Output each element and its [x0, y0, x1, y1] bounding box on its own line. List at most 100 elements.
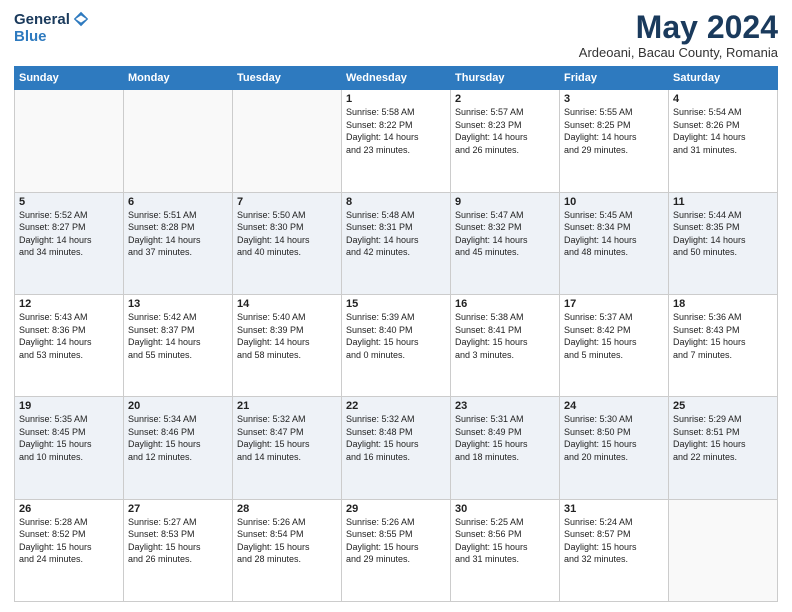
calendar-header-row: SundayMondayTuesdayWednesdayThursdayFrid…	[15, 67, 778, 90]
day-number: 2	[455, 93, 555, 105]
day-info: Sunrise: 5:37 AM Sunset: 8:42 PM Dayligh…	[564, 311, 664, 361]
calendar-cell: 7Sunrise: 5:50 AM Sunset: 8:30 PM Daylig…	[233, 192, 342, 294]
day-info: Sunrise: 5:26 AM Sunset: 8:55 PM Dayligh…	[346, 516, 446, 566]
calendar-cell: 19Sunrise: 5:35 AM Sunset: 8:45 PM Dayli…	[15, 397, 124, 499]
calendar-week-row: 5Sunrise: 5:52 AM Sunset: 8:27 PM Daylig…	[15, 192, 778, 294]
calendar-cell: 23Sunrise: 5:31 AM Sunset: 8:49 PM Dayli…	[451, 397, 560, 499]
calendar-cell: 28Sunrise: 5:26 AM Sunset: 8:54 PM Dayli…	[233, 499, 342, 601]
day-number: 10	[564, 196, 664, 208]
day-info: Sunrise: 5:50 AM Sunset: 8:30 PM Dayligh…	[237, 209, 337, 259]
day-number: 31	[564, 503, 664, 515]
calendar-cell: 1Sunrise: 5:58 AM Sunset: 8:22 PM Daylig…	[342, 90, 451, 192]
calendar-cell: 15Sunrise: 5:39 AM Sunset: 8:40 PM Dayli…	[342, 294, 451, 396]
day-number: 20	[128, 400, 228, 412]
day-number: 5	[19, 196, 119, 208]
day-info: Sunrise: 5:32 AM Sunset: 8:48 PM Dayligh…	[346, 413, 446, 463]
logo-general-text: General	[14, 11, 70, 28]
header: General Blue May 2024 Ardeoani, Bacau Co…	[14, 10, 778, 60]
title-section: May 2024 Ardeoani, Bacau County, Romania	[579, 10, 778, 60]
location: Ardeoani, Bacau County, Romania	[579, 45, 778, 60]
day-number: 18	[673, 298, 773, 310]
day-number: 24	[564, 400, 664, 412]
calendar-cell: 6Sunrise: 5:51 AM Sunset: 8:28 PM Daylig…	[124, 192, 233, 294]
day-info: Sunrise: 5:58 AM Sunset: 8:22 PM Dayligh…	[346, 106, 446, 156]
day-number: 11	[673, 196, 773, 208]
calendar-cell: 17Sunrise: 5:37 AM Sunset: 8:42 PM Dayli…	[560, 294, 669, 396]
calendar-cell	[124, 90, 233, 192]
day-number: 6	[128, 196, 228, 208]
calendar-cell: 8Sunrise: 5:48 AM Sunset: 8:31 PM Daylig…	[342, 192, 451, 294]
calendar-cell: 2Sunrise: 5:57 AM Sunset: 8:23 PM Daylig…	[451, 90, 560, 192]
calendar-day-header: Friday	[560, 67, 669, 90]
day-number: 4	[673, 93, 773, 105]
day-number: 1	[346, 93, 446, 105]
calendar-cell: 18Sunrise: 5:36 AM Sunset: 8:43 PM Dayli…	[669, 294, 778, 396]
day-number: 7	[237, 196, 337, 208]
logo-icon	[72, 10, 90, 28]
calendar-day-header: Monday	[124, 67, 233, 90]
calendar-day-header: Sunday	[15, 67, 124, 90]
day-number: 3	[564, 93, 664, 105]
day-number: 13	[128, 298, 228, 310]
day-info: Sunrise: 5:24 AM Sunset: 8:57 PM Dayligh…	[564, 516, 664, 566]
day-number: 22	[346, 400, 446, 412]
calendar-cell	[15, 90, 124, 192]
day-number: 15	[346, 298, 446, 310]
day-number: 19	[19, 400, 119, 412]
day-info: Sunrise: 5:48 AM Sunset: 8:31 PM Dayligh…	[346, 209, 446, 259]
day-number: 26	[19, 503, 119, 515]
calendar-day-header: Saturday	[669, 67, 778, 90]
day-info: Sunrise: 5:51 AM Sunset: 8:28 PM Dayligh…	[128, 209, 228, 259]
day-info: Sunrise: 5:26 AM Sunset: 8:54 PM Dayligh…	[237, 516, 337, 566]
calendar-cell: 22Sunrise: 5:32 AM Sunset: 8:48 PM Dayli…	[342, 397, 451, 499]
calendar-cell: 30Sunrise: 5:25 AM Sunset: 8:56 PM Dayli…	[451, 499, 560, 601]
day-info: Sunrise: 5:31 AM Sunset: 8:49 PM Dayligh…	[455, 413, 555, 463]
day-number: 23	[455, 400, 555, 412]
day-info: Sunrise: 5:34 AM Sunset: 8:46 PM Dayligh…	[128, 413, 228, 463]
page: General Blue May 2024 Ardeoani, Bacau Co…	[0, 0, 792, 612]
calendar-cell: 16Sunrise: 5:38 AM Sunset: 8:41 PM Dayli…	[451, 294, 560, 396]
day-info: Sunrise: 5:52 AM Sunset: 8:27 PM Dayligh…	[19, 209, 119, 259]
day-info: Sunrise: 5:39 AM Sunset: 8:40 PM Dayligh…	[346, 311, 446, 361]
calendar-cell: 26Sunrise: 5:28 AM Sunset: 8:52 PM Dayli…	[15, 499, 124, 601]
calendar-cell: 12Sunrise: 5:43 AM Sunset: 8:36 PM Dayli…	[15, 294, 124, 396]
day-number: 29	[346, 503, 446, 515]
day-info: Sunrise: 5:30 AM Sunset: 8:50 PM Dayligh…	[564, 413, 664, 463]
calendar-week-row: 19Sunrise: 5:35 AM Sunset: 8:45 PM Dayli…	[15, 397, 778, 499]
day-info: Sunrise: 5:44 AM Sunset: 8:35 PM Dayligh…	[673, 209, 773, 259]
calendar-cell	[669, 499, 778, 601]
day-info: Sunrise: 5:29 AM Sunset: 8:51 PM Dayligh…	[673, 413, 773, 463]
calendar-cell	[233, 90, 342, 192]
calendar-cell: 31Sunrise: 5:24 AM Sunset: 8:57 PM Dayli…	[560, 499, 669, 601]
calendar-cell: 10Sunrise: 5:45 AM Sunset: 8:34 PM Dayli…	[560, 192, 669, 294]
calendar-cell: 27Sunrise: 5:27 AM Sunset: 8:53 PM Dayli…	[124, 499, 233, 601]
calendar-cell: 20Sunrise: 5:34 AM Sunset: 8:46 PM Dayli…	[124, 397, 233, 499]
day-number: 16	[455, 298, 555, 310]
calendar-week-row: 12Sunrise: 5:43 AM Sunset: 8:36 PM Dayli…	[15, 294, 778, 396]
day-number: 30	[455, 503, 555, 515]
calendar-cell: 25Sunrise: 5:29 AM Sunset: 8:51 PM Dayli…	[669, 397, 778, 499]
day-info: Sunrise: 5:35 AM Sunset: 8:45 PM Dayligh…	[19, 413, 119, 463]
calendar-cell: 21Sunrise: 5:32 AM Sunset: 8:47 PM Dayli…	[233, 397, 342, 499]
month-title: May 2024	[579, 10, 778, 45]
day-number: 17	[564, 298, 664, 310]
calendar-cell: 11Sunrise: 5:44 AM Sunset: 8:35 PM Dayli…	[669, 192, 778, 294]
calendar-day-header: Wednesday	[342, 67, 451, 90]
day-info: Sunrise: 5:54 AM Sunset: 8:26 PM Dayligh…	[673, 106, 773, 156]
calendar-cell: 4Sunrise: 5:54 AM Sunset: 8:26 PM Daylig…	[669, 90, 778, 192]
calendar-cell: 14Sunrise: 5:40 AM Sunset: 8:39 PM Dayli…	[233, 294, 342, 396]
day-number: 28	[237, 503, 337, 515]
calendar-cell: 3Sunrise: 5:55 AM Sunset: 8:25 PM Daylig…	[560, 90, 669, 192]
calendar-cell: 13Sunrise: 5:42 AM Sunset: 8:37 PM Dayli…	[124, 294, 233, 396]
calendar-week-row: 26Sunrise: 5:28 AM Sunset: 8:52 PM Dayli…	[15, 499, 778, 601]
calendar-cell: 5Sunrise: 5:52 AM Sunset: 8:27 PM Daylig…	[15, 192, 124, 294]
calendar-day-header: Tuesday	[233, 67, 342, 90]
day-number: 8	[346, 196, 446, 208]
calendar-cell: 29Sunrise: 5:26 AM Sunset: 8:55 PM Dayli…	[342, 499, 451, 601]
day-info: Sunrise: 5:57 AM Sunset: 8:23 PM Dayligh…	[455, 106, 555, 156]
calendar-week-row: 1Sunrise: 5:58 AM Sunset: 8:22 PM Daylig…	[15, 90, 778, 192]
calendar: SundayMondayTuesdayWednesdayThursdayFrid…	[14, 66, 778, 602]
logo-blue-text: Blue	[14, 28, 47, 45]
day-info: Sunrise: 5:55 AM Sunset: 8:25 PM Dayligh…	[564, 106, 664, 156]
day-info: Sunrise: 5:28 AM Sunset: 8:52 PM Dayligh…	[19, 516, 119, 566]
